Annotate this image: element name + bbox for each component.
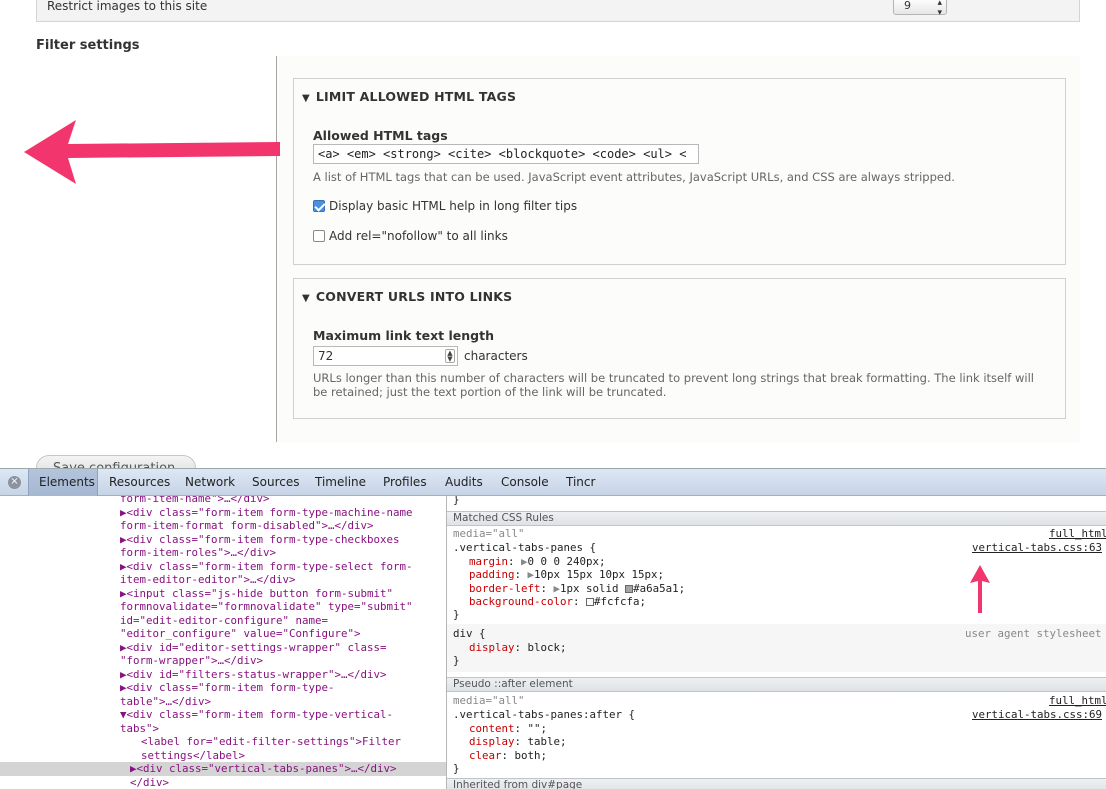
tab-timeline[interactable]: Timeline [315,469,366,496]
filter-settings-heading: Filter settings [36,38,140,53]
html-help-label: Display basic HTML help in long filter t… [329,199,578,213]
rule1-selector[interactable]: .vertical-tabs-panes { [453,541,596,555]
select-arrows-icon: ▴ ▾ [937,0,942,18]
rule1-file-link[interactable]: vertical-tabs.css:63 [972,541,1102,555]
vertical-tabs-panes: ▼ LIMIT ALLOWED HTML TAGS Allowed HTML ta… [276,56,1080,442]
matched-rules-header[interactable]: Matched CSS Rules [447,511,1106,526]
nofollow-label: Add rel="nofollow" to all links [329,229,508,243]
dom-line[interactable]: ▶<div id="filters-status-wrapper">…</div… [120,668,387,682]
url-desc-line1: URLs longer than this number of characte… [313,371,1034,385]
dom-line[interactable]: tabs"> [120,722,159,736]
dom-tree: form-item-name">…</div> ▶<div class="for… [0,496,446,789]
dom-line[interactable]: ▶<div class="form-item form-type- [120,681,335,695]
select-value: 9 [904,0,911,12]
inherited-header[interactable]: Inherited from div#page [447,778,1106,789]
dom-line[interactable]: ▼<div class="form-item form-type-vertica… [120,708,393,722]
close-icon[interactable]: × [8,476,21,489]
devtools-toolbar: × Elements Resources Network Sources Tim… [0,469,1106,496]
collapse-triangle-icon: ▼ [302,93,310,104]
rule1-prop-padding[interactable]: padding: ▶10px 15px 10px 15px; [469,568,664,582]
dom-line[interactable]: "form-wrapper">…</div> [120,654,263,668]
dom-line[interactable]: ▶<input class="js-hide button form-submi… [120,587,393,601]
restrict-images-field: Restrict images to this site 9 ▴ ▾ [36,0,1080,22]
dom-line[interactable]: "editor_configure" value="Configure"> [120,627,361,641]
rule1-close: } [453,608,460,621]
collapse-triangle-icon: ▼ [302,293,310,304]
rule3-prop-display[interactable]: display: table; [469,735,567,749]
tab-sources[interactable]: Sources [252,469,299,496]
save-configuration-button[interactable]: Save configuration [36,455,196,468]
rule3-close: } [453,762,460,775]
restrict-images-select[interactable]: 9 ▴ ▾ [893,0,947,18]
dom-line[interactable]: ▶<div class="form-item form-type-select … [120,560,413,574]
rule1-prop-bg[interactable]: background-color: #fcfcfa; [469,595,646,609]
dom-line[interactable]: item-editor-editor">…</div> [120,573,296,587]
rule3-prop-clear[interactable]: clear: both; [469,749,547,763]
tab-resources[interactable]: Resources [109,469,170,496]
rule3-selector[interactable]: .vertical-tabs-panes:after { [453,708,635,722]
color-swatch-icon [586,598,595,606]
limit-html-fieldset: ▼ LIMIT ALLOWED HTML TAGS Allowed HTML ta… [293,78,1066,265]
devtools-panel: × Elements Resources Network Sources Tim… [0,468,1106,789]
url-desc-line2: be retained; just the text portion of th… [313,385,667,399]
tab-network[interactable]: Network [185,469,235,496]
tab-elements[interactable]: Elements [28,469,98,496]
rule3-media: media="all" [453,694,525,707]
dom-line[interactable]: id="edit-editor-configure" name= [120,614,328,628]
rule3-file-link[interactable]: vertical-tabs.css:69 [972,708,1102,722]
dom-line[interactable]: settings</label> [141,749,245,763]
convert-urls-legend[interactable]: ▼ CONVERT URLS INTO LINKS [302,289,512,304]
allowed-tags-label: Allowed HTML tags [313,128,448,143]
max-link-length-label: Maximum link text length [313,328,494,343]
allowed-tags-input[interactable]: <a> <em> <strong> <cite> <blockquote> <c… [313,144,699,164]
nofollow-checkbox[interactable] [313,230,325,242]
tab-console[interactable]: Console [501,469,549,496]
styles-pane: } Matched CSS Rules media="all" full_htm… [446,496,1106,789]
rule3-prop-content[interactable]: content: ""; [469,722,547,736]
max-link-length-value: 72 [318,349,334,363]
dom-line[interactable]: formnovalidate="formnovalidate" type="su… [120,600,413,614]
tab-tincr[interactable]: Tincr [566,469,595,496]
rule1-source-link[interactable]: full_html [1049,527,1106,541]
rule2-prop-display[interactable]: display: block; [469,641,567,655]
rule1-media: media="all" [453,527,525,540]
legend-text: LIMIT ALLOWED HTML TAGS [315,89,517,104]
rule2-selector[interactable]: div { [453,627,486,641]
drupal-page: Restrict images to this site 9 ▴ ▾ Filter… [0,0,1106,468]
up-arrow-annotation-icon [970,565,990,613]
convert-urls-fieldset: ▼ CONVERT URLS INTO LINKS Maximum link te… [293,278,1066,419]
dom-line[interactable]: table">…</div> [120,695,211,709]
rule1-prop-margin[interactable]: margin: ▶0 0 0 240px; [469,555,606,569]
dom-line-selected[interactable]: ▶<div class="vertical-tabs-panes">…</div… [0,762,446,776]
color-swatch-icon [625,585,634,593]
rule1-prop-border-left[interactable]: border-left: ▶1px solid #a6a5a1; [469,582,685,596]
dom-line[interactable]: ▶<div class="form-item form-type-machine… [120,506,413,520]
pseudo-element-header[interactable]: Pseudo ::after element [447,677,1106,692]
limit-html-legend[interactable]: ▼ LIMIT ALLOWED HTML TAGS [302,89,516,104]
dom-line[interactable]: </div> [130,776,169,789]
legend-text: CONVERT URLS INTO LINKS [315,289,513,304]
html-help-checkbox-row[interactable]: Display basic HTML help in long filter t… [313,199,577,213]
spinner-icon[interactable]: ▲ ▼ [445,349,455,363]
rule2-close: } [453,654,460,667]
dom-line[interactable]: ▶<div id="editor-settings-wrapper" class… [120,641,387,655]
dom-line[interactable]: form-item-roles">…</div> [120,546,276,560]
tab-audits[interactable]: Audits [445,469,483,496]
dom-line[interactable]: form-item-format form-disabled">…</div> [120,519,374,533]
characters-suffix: characters [464,349,528,363]
rule2-source: user agent stylesheet [965,627,1102,640]
nofollow-checkbox-row[interactable]: Add rel="nofollow" to all links [313,229,508,243]
tab-profiles[interactable]: Profiles [383,469,427,496]
allowed-tags-description: A list of HTML tags that can be used. Ja… [313,170,955,184]
left-arrow-annotation-icon [24,120,280,184]
max-link-length-input[interactable]: 72 ▲ ▼ [313,346,458,366]
rule3-source-link[interactable]: full_html [1049,694,1106,708]
html-help-checkbox[interactable] [313,200,325,212]
dom-line[interactable]: form-item-name">…</div> [120,496,270,506]
dom-line[interactable]: ▶<div class="form-item form-type-checkbo… [120,533,400,547]
restrict-images-label: Restrict images to this site [47,0,208,13]
dom-line[interactable]: <label for="edit-filter-settings">Filter [141,735,401,749]
top-brace: } [453,496,460,506]
